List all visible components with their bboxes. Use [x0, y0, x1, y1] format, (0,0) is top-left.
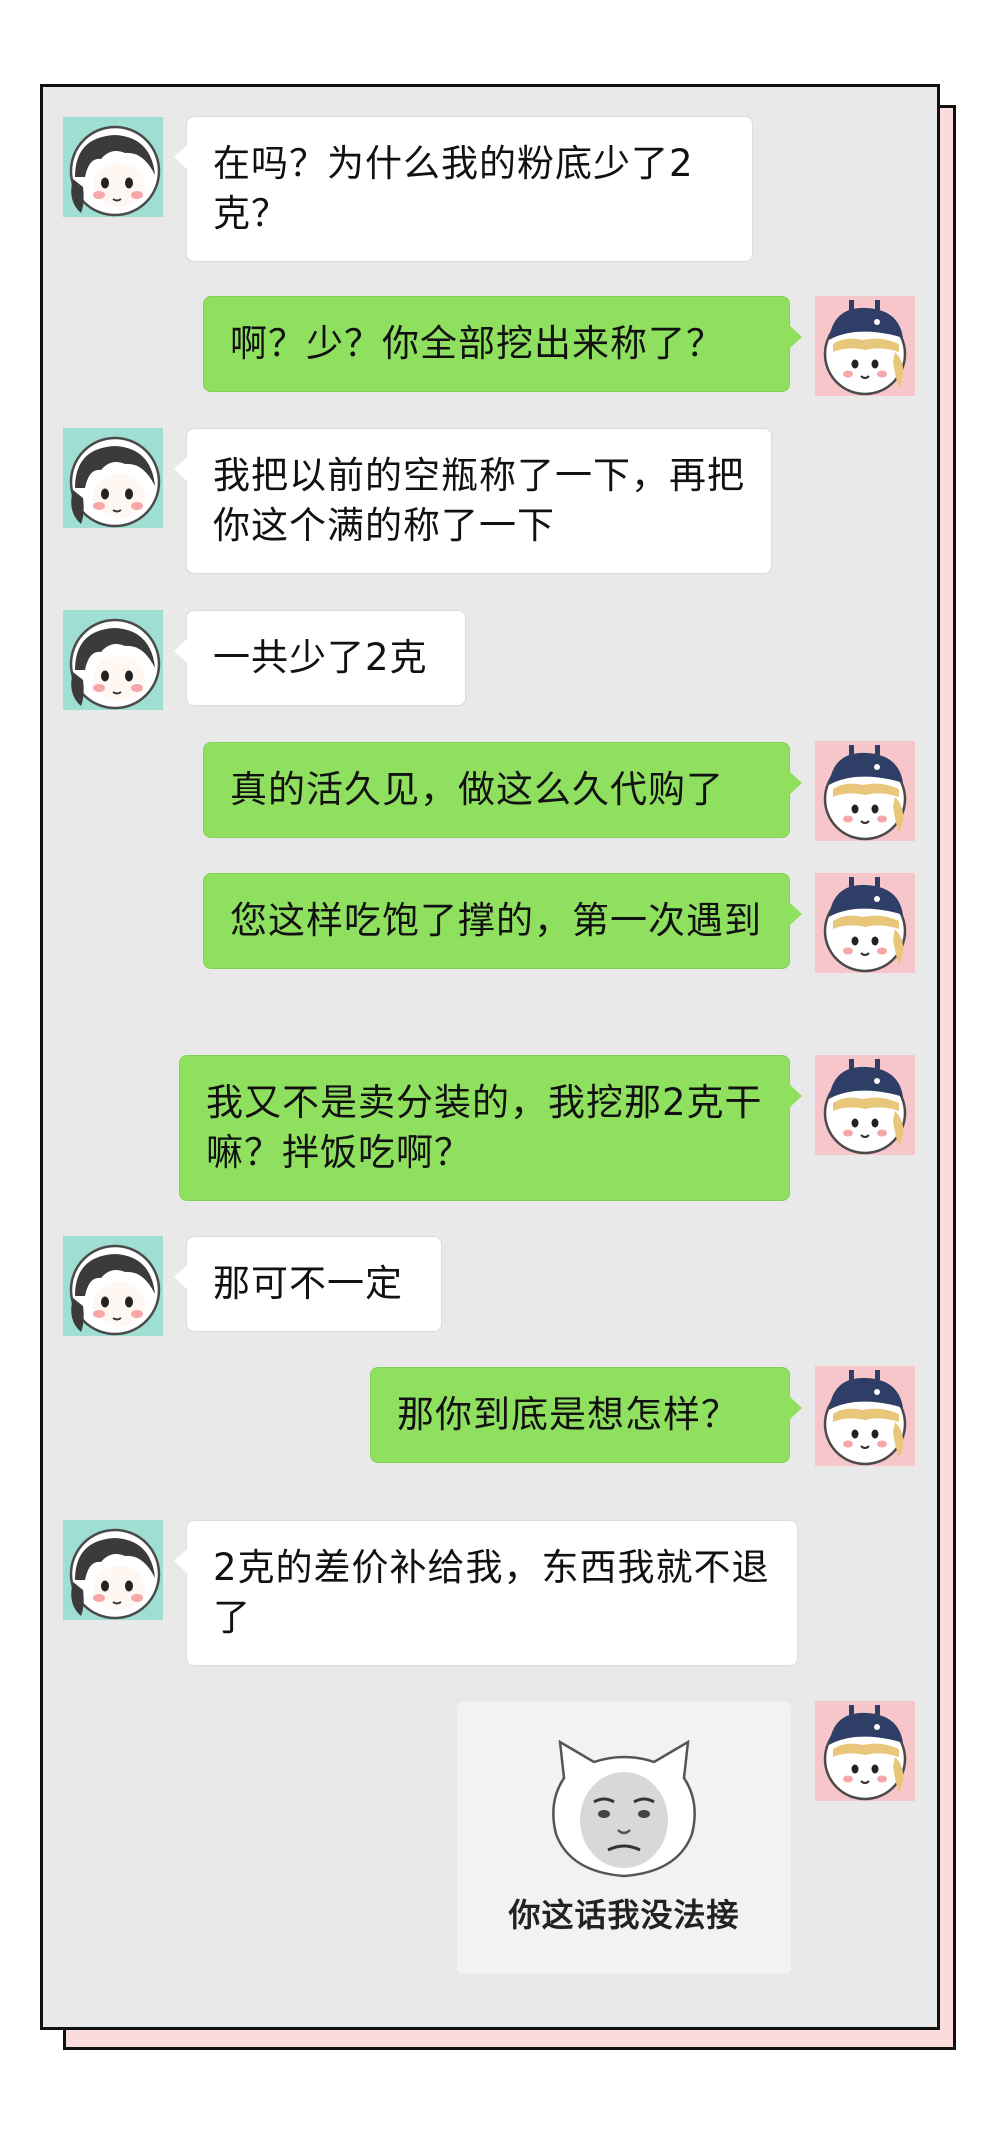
message-bubble-incoming: 2克的差价补给我，东西我就不退了 [174, 1520, 798, 1666]
customer-avatar-icon[interactable] [63, 428, 163, 528]
message-bubble-incoming: 在吗？为什么我的粉底少了2克？ [174, 116, 753, 262]
seller-avatar-icon[interactable] [815, 1701, 915, 1801]
sticker-caption: 你这话我没法接 [508, 1896, 740, 1934]
message-bubble-outgoing: 那你到底是想怎样？ [370, 1367, 802, 1463]
customer-avatar-icon[interactable] [63, 1236, 163, 1336]
customer-avatar-icon[interactable] [63, 117, 163, 217]
seller-avatar-icon[interactable] [815, 1366, 915, 1466]
message-bubble-outgoing: 真的活久见，做这么久代购了 [203, 742, 802, 838]
seller-avatar-icon[interactable] [815, 741, 915, 841]
message-bubble-incoming: 那可不一定 [174, 1236, 442, 1332]
message-bubble-outgoing: 啊？少？你全部挖出来称了？ [203, 296, 802, 392]
seller-avatar-icon[interactable] [815, 296, 915, 396]
message-bubble-incoming: 我把以前的空瓶称了一下，再把你这个满的称了一下 [174, 428, 772, 574]
message-bubble-incoming: 一共少了2克 [174, 610, 466, 706]
seller-avatar-icon[interactable] [815, 873, 915, 973]
seller-avatar-icon[interactable] [815, 1055, 915, 1155]
sticker-message[interactable]: 你这话我没法接 [457, 1702, 791, 1974]
customer-avatar-icon[interactable] [63, 1520, 163, 1620]
customer-avatar-icon[interactable] [63, 610, 163, 710]
cat-meme-face-icon [552, 1739, 696, 1878]
message-bubble-outgoing: 您这样吃饱了撑的，第一次遇到 [203, 873, 802, 969]
message-bubble-outgoing: 我又不是卖分装的，我挖那2克干嘛？拌饭吃啊？ [179, 1055, 802, 1201]
